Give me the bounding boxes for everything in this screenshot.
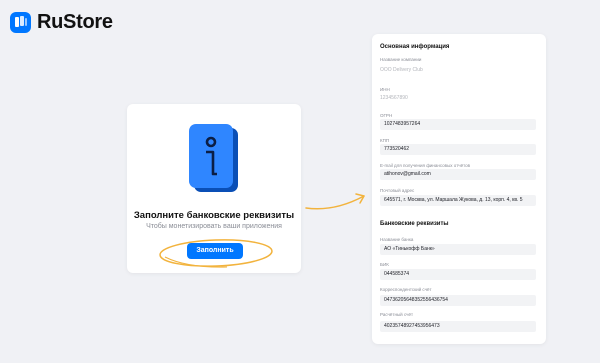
email-field[interactable]: atihonov@gmail.com (380, 169, 536, 180)
info-icon (189, 124, 238, 192)
card-title: Заполните банковские реквизиты (133, 210, 295, 221)
inn-field: 1234567890 (380, 95, 408, 101)
bank-details-title: Банковские реквизиты (380, 221, 449, 227)
bik-field[interactable]: 044585374 (380, 269, 536, 280)
bank-name-field[interactable]: АО «Тинькофф Банк» (380, 244, 536, 255)
ogrn-field[interactable]: 1027483957264 (380, 119, 536, 130)
company-name-field: ООО Delivery Club (380, 67, 423, 73)
kpp-label: КПП (380, 138, 390, 143)
brand-name: RuStore (37, 11, 113, 33)
settlement-account-field[interactable]: 40235748927453956473 (380, 321, 536, 332)
basic-info-title: Основная информация (380, 44, 450, 50)
bank-details-prompt-card: Заполните банковские реквизиты Чтобы мон… (127, 104, 301, 273)
rustore-logo: RuStore (10, 11, 113, 34)
bik-label: БИК (380, 262, 389, 267)
company-name-label: Название компании (380, 57, 422, 62)
settlement-account-label: Расчётный счёт (380, 312, 414, 317)
corr-account-label: Корреспондентский счёт (380, 287, 432, 292)
rustore-logo-icon (10, 12, 31, 33)
kpp-field[interactable]: 773520462 (380, 144, 536, 155)
corr-account-field[interactable]: 04736205648352556436754 (380, 295, 536, 306)
bank-name-label: Название банка (380, 237, 414, 242)
fill-button[interactable]: Заполнить (187, 243, 243, 259)
arrow-icon (305, 193, 365, 210)
postal-address-field[interactable]: 645571, г. Москва, ул. Маршала Жукова, д… (380, 195, 536, 206)
email-label: E-mail для получения финансовых отчётов (380, 163, 471, 168)
postal-address-label: Почтовый адрес (380, 188, 415, 193)
ogrn-label: ОГРН (380, 113, 393, 118)
inn-label: ИНН (380, 87, 390, 92)
bank-details-form: Основная информация Название компании ОО… (372, 34, 546, 344)
card-subtitle: Чтобы монетизировать ваши приложения (146, 223, 282, 230)
